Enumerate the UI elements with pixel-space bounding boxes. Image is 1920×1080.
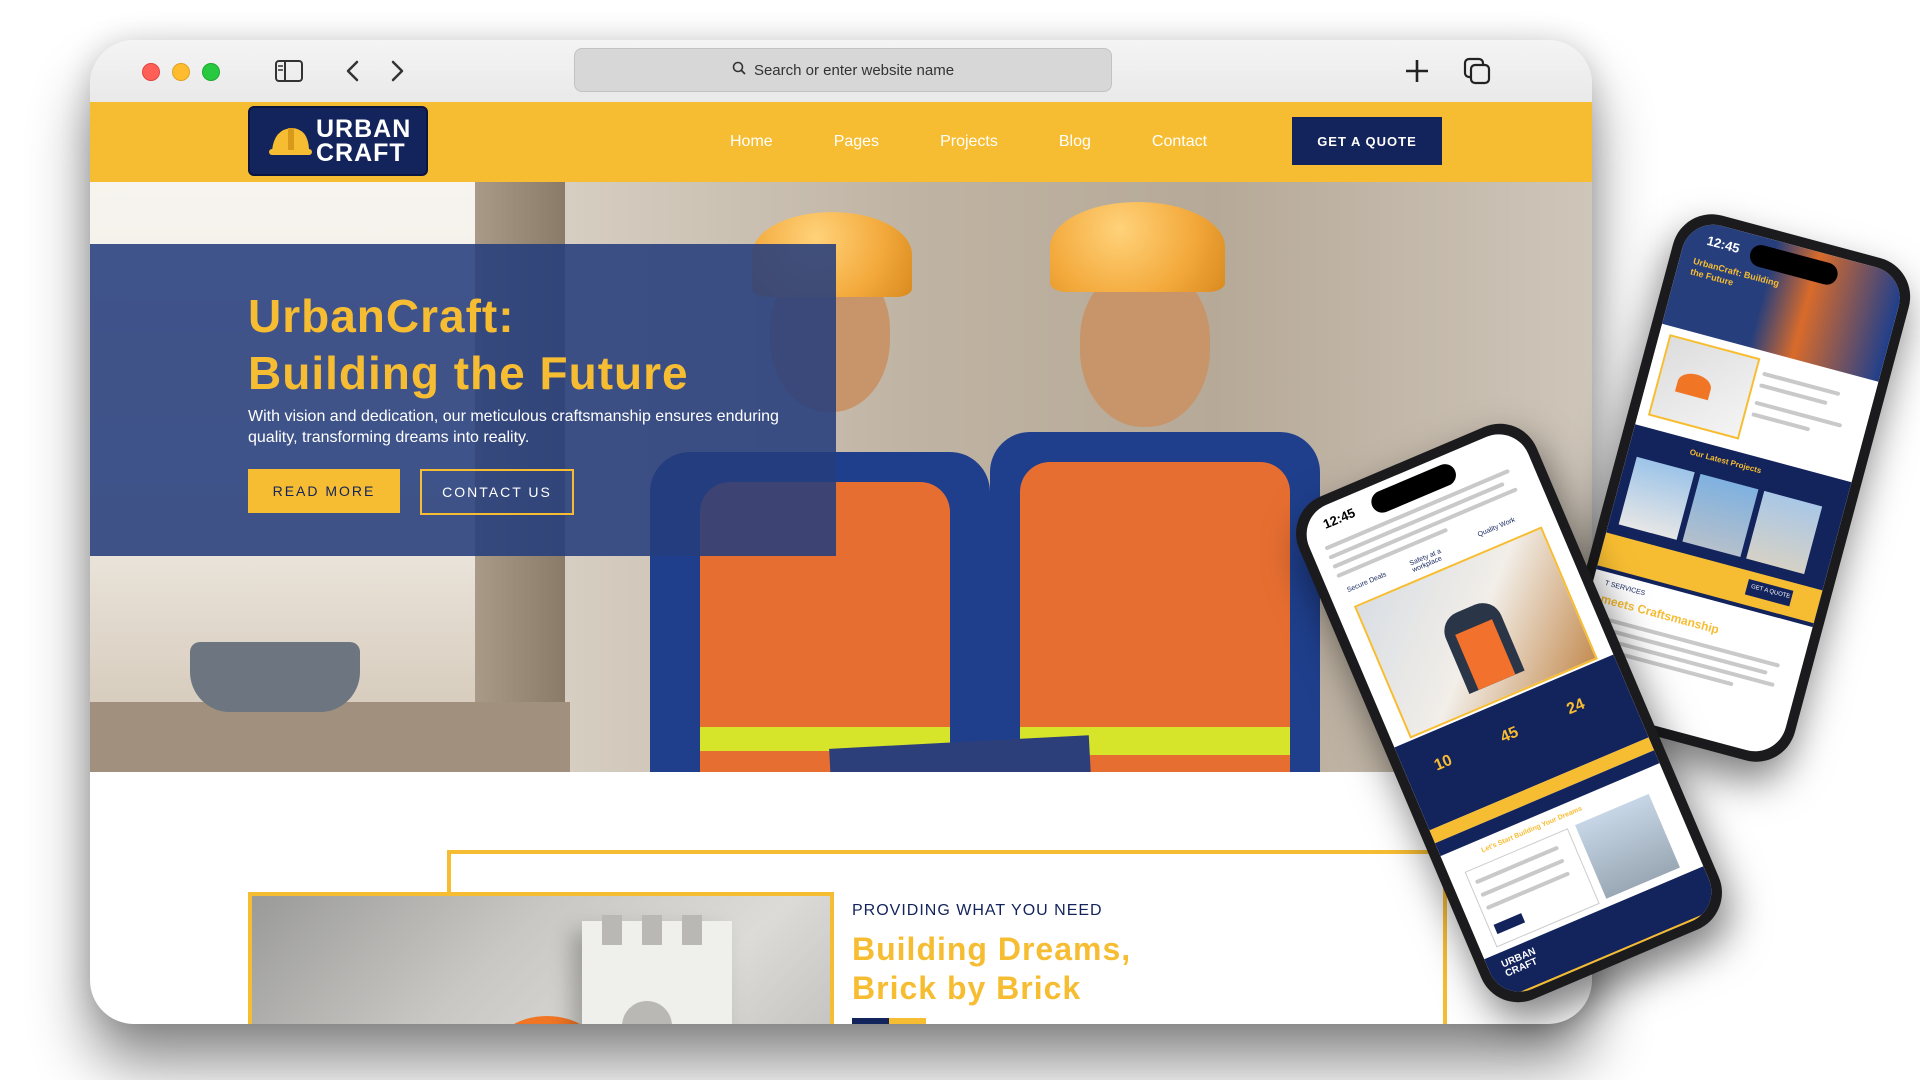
search-icon: [732, 61, 746, 79]
about-kicker: PROVIDING WHAT YOU NEED: [852, 902, 1103, 919]
address-bar[interactable]: Search or enter website name: [574, 48, 1112, 92]
hero-photo-sill: [90, 702, 570, 772]
main-nav: Home Pages Projects Blog Contact: [730, 102, 1268, 182]
phone-front-feature-3: Quality Work: [1476, 516, 1517, 539]
minimize-window-button[interactable]: [172, 63, 190, 81]
contact-us-button[interactable]: CONTACT US: [420, 469, 574, 515]
zoom-window-button[interactable]: [202, 63, 220, 81]
close-window-button[interactable]: [142, 63, 160, 81]
hero-title: UrbanCraft: Building the Future: [248, 288, 689, 402]
read-more-button[interactable]: READ MORE: [248, 469, 400, 513]
about-title-line2: Brick by Brick: [852, 970, 1082, 1006]
about-title-line1: Building Dreams,: [852, 931, 1132, 967]
nav-contact[interactable]: Contact: [1152, 133, 1207, 151]
hero-title-line1: UrbanCraft:: [248, 290, 515, 342]
hero-subtitle: With vision and dedication, our meticulo…: [248, 408, 779, 446]
hero-title-line2: Building the Future: [248, 347, 689, 399]
hero-overlay-panel: UrbanCraft: Building the Future With vis…: [90, 244, 836, 556]
about-title: Building Dreams, Brick by Brick: [852, 930, 1131, 1008]
logo-line1: URBAN: [316, 115, 412, 143]
get-quote-button[interactable]: GET A QUOTE: [1292, 117, 1442, 165]
about-image-block: [582, 915, 732, 1024]
nav-pages[interactable]: Pages: [834, 133, 879, 151]
about-accent-bar: [852, 1018, 926, 1024]
site-header: URBAN CRAFT Home Pages Projects Blog Con…: [90, 102, 1592, 182]
nav-blog[interactable]: Blog: [1059, 133, 1091, 151]
nav-home[interactable]: Home: [730, 133, 773, 151]
forward-icon[interactable]: [382, 54, 412, 88]
about-image: [248, 892, 834, 1024]
site-logo[interactable]: URBAN CRAFT: [248, 106, 428, 176]
hard-hat-icon: [269, 128, 312, 155]
address-placeholder: Search or enter website name: [753, 61, 955, 79]
back-icon[interactable]: [338, 54, 368, 88]
hero-photo-bowl: [190, 642, 360, 712]
nav-projects[interactable]: Projects: [940, 133, 998, 151]
phone-front-feature-1: Secure Deals: [1346, 571, 1388, 595]
new-tab-icon[interactable]: [1400, 54, 1434, 88]
sidebar-icon[interactable]: [272, 54, 306, 88]
browser-toolbar: Search or enter website name: [90, 40, 1592, 103]
logo-line2: CRAFT: [316, 139, 406, 167]
tabs-overview-icon[interactable]: [1460, 54, 1494, 88]
phone-front-time: 12:45: [1320, 505, 1358, 532]
